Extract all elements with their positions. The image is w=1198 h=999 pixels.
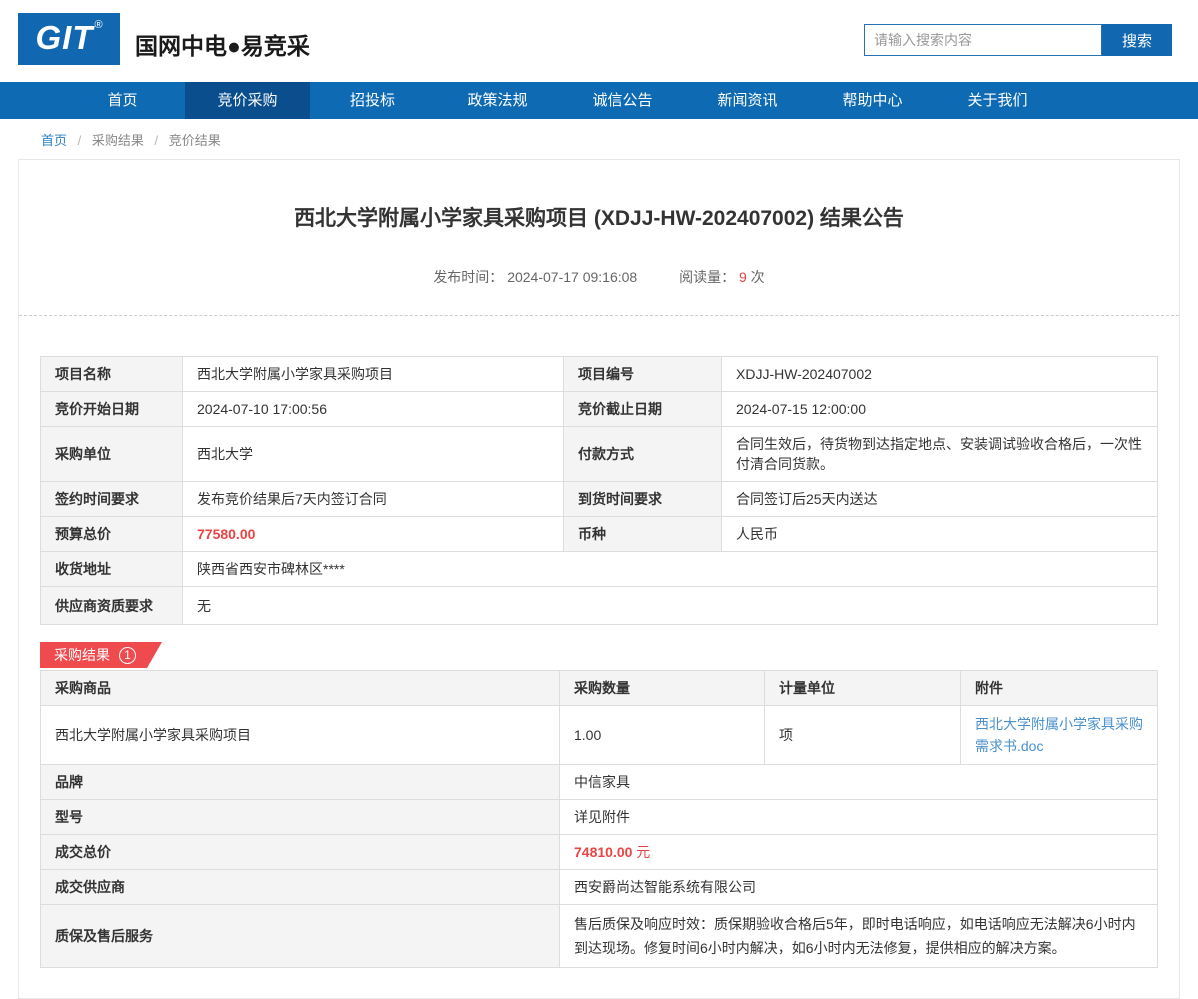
nav-item-help-center[interactable]: 帮助中心 [810,82,935,119]
view-count: 阅读量： 9 次 [679,267,765,287]
attachment-cell: 西北大学附属小学家具采购需求书.doc [961,706,1158,765]
delivery-address-value: 陕西省西安市碑林区**** [183,552,1158,587]
deal-total-value: 74810.00 [574,844,632,860]
dashed-divider [19,315,1179,316]
product-unit: 项 [765,706,961,765]
product-quantity: 1.00 [560,706,765,765]
notice-card: 西北大学附属小学家具采购项目 (XDJJ-HW-202407002) 结果公告 … [18,159,1180,999]
project-name-label: 项目名称 [41,357,183,392]
bid-deadline-value: 2024-07-15 12:00:00 [722,392,1158,427]
publish-time: 发布时间： 2024-07-17 09:16:08 [433,267,637,287]
nav-item-policies[interactable]: 政策法规 [435,82,560,119]
delivery-time-label: 到货时间要求 [564,482,722,517]
product-name: 西北大学附属小学家具采购项目 [41,706,560,765]
table-row: 项目名称 西北大学附属小学家具采购项目 项目编号 XDJJ-HW-2024070… [41,357,1158,392]
brand-label: 品牌 [41,765,560,800]
logo-text: GIT [35,13,93,63]
delivery-time-value: 合同签订后25天内送达 [722,482,1158,517]
table-row: 质保及售后服务 售后质保及响应时效：质保期验收合格后5年，即时电话响应，如电话响… [41,905,1158,968]
table-row: 成交总价 74810.00 元 [41,835,1158,870]
delivery-address-label: 收货地址 [41,552,183,587]
main-nav: 首页 竞价采购 招投标 政策法规 诚信公告 新闻资讯 帮助中心 关于我们 [0,82,1198,119]
publish-time-label: 发布时间： [433,269,503,285]
project-number-value: XDJJ-HW-202407002 [722,357,1158,392]
project-info-table: 项目名称 西北大学附属小学家具采购项目 项目编号 XDJJ-HW-2024070… [40,356,1158,625]
view-count-label: 阅读量： [679,269,735,285]
supplier-qualification-value: 无 [183,587,1158,625]
top-header: GIT ® 国网中电●易竞采 搜索 [0,0,1198,82]
col-header-attachment: 附件 [961,671,1158,706]
purchase-result-tag: 采购结果 1 [40,642,162,668]
nav-item-news[interactable]: 新闻资讯 [685,82,810,119]
project-name-value: 西北大学附属小学家具采购项目 [183,357,564,392]
publish-time-value: 2024-07-17 09:16:08 [507,269,637,285]
attachment-link[interactable]: 西北大学附属小学家具采购需求书.doc [975,716,1143,754]
table-row: 竞价开始日期 2024-07-10 17:00:56 竞价截止日期 2024-0… [41,392,1158,427]
breadcrumb-separator: / [78,133,82,148]
warranty-service-label: 质保及售后服务 [41,905,560,968]
notice-meta: 发布时间： 2024-07-17 09:16:08 阅读量： 9 次 [40,267,1158,287]
table-row: 品牌 中信家具 [41,765,1158,800]
deal-total-unit: 元 [636,844,650,860]
table-row: 签约时间要求 发布竞价结果后7天内签订合同 到货时间要求 合同签订后25天内送达 [41,482,1158,517]
warranty-service-value: 售后质保及响应时效：质保期验收合格后5年，即时电话响应，如电话响应无法解决6小时… [560,905,1158,968]
purchaser-label: 采购单位 [41,427,183,482]
nav-item-bidding-purchase[interactable]: 竞价采购 [185,82,310,119]
search-button[interactable]: 搜索 [1102,24,1172,56]
model-label: 型号 [41,800,560,835]
deal-total-label: 成交总价 [41,835,560,870]
currency-label: 币种 [564,517,722,552]
currency-value: 人民币 [722,517,1158,552]
bid-deadline-label: 竞价截止日期 [564,392,722,427]
nav-item-about-us[interactable]: 关于我们 [935,82,1060,119]
table-row: 型号 详见附件 [41,800,1158,835]
breadcrumb-separator: / [155,133,159,148]
purchaser-value: 西北大学 [183,427,564,482]
nav-item-integrity-notices[interactable]: 诚信公告 [560,82,685,119]
purchase-result-tag-label: 采购结果 [54,645,110,665]
brand-value: 中信家具 [560,765,1158,800]
bid-start-value: 2024-07-10 17:00:56 [183,392,564,427]
breadcrumb: 首页 / 采购结果 / 竞价结果 [41,130,1198,149]
winning-supplier-value: 西安爵尚达智能系统有限公司 [560,870,1158,905]
view-count-value: 9 [739,269,747,285]
table-header-row: 采购商品 采购数量 计量单位 附件 [41,671,1158,706]
search-bar: 搜索 [864,24,1172,56]
site-logo[interactable]: GIT ® [18,13,120,65]
breadcrumb-bidding-results: 竞价结果 [169,133,221,148]
nav-item-tenders[interactable]: 招投标 [310,82,435,119]
purchase-result-table: 采购商品 采购数量 计量单位 附件 西北大学附属小学家具采购项目 1.00 项 … [40,670,1158,968]
project-number-label: 项目编号 [564,357,722,392]
table-row: 采购单位 西北大学 付款方式 合同生效后，待货物到达指定地点、安装调试验收合格后… [41,427,1158,482]
col-header-quantity: 采购数量 [560,671,765,706]
col-header-unit: 计量单位 [765,671,961,706]
table-row: 预算总价 77580.00 币种 人民币 [41,517,1158,552]
model-value: 详见附件 [560,800,1158,835]
signing-time-value: 发布竞价结果后7天内签订合同 [183,482,564,517]
budget-total-value: 77580.00 [183,517,564,552]
signing-time-label: 签约时间要求 [41,482,183,517]
col-header-product: 采购商品 [41,671,560,706]
payment-method-label: 付款方式 [564,427,722,482]
table-row: 供应商资质要求 无 [41,587,1158,625]
deal-total-cell: 74810.00 元 [560,835,1158,870]
site-title: 国网中电●易竞采 [135,27,310,61]
breadcrumb-purchase-results[interactable]: 采购结果 [92,133,144,148]
view-count-unit: 次 [751,269,765,285]
payment-method-value: 合同生效后，待货物到达指定地点、安装调试验收合格后，一次性付清合同货款。 [722,427,1158,482]
table-row: 收货地址 陕西省西安市碑林区**** [41,552,1158,587]
registered-trademark-icon: ® [94,19,102,31]
budget-total-label: 预算总价 [41,517,183,552]
breadcrumb-home[interactable]: 首页 [41,133,67,148]
bid-start-label: 竞价开始日期 [41,392,183,427]
table-row: 西北大学附属小学家具采购项目 1.00 项 西北大学附属小学家具采购需求书.do… [41,706,1158,765]
nav-item-home[interactable]: 首页 [60,82,185,119]
table-row: 成交供应商 西安爵尚达智能系统有限公司 [41,870,1158,905]
result-count-badge: 1 [119,647,136,664]
winning-supplier-label: 成交供应商 [41,870,560,905]
search-input[interactable] [864,24,1102,56]
page-title: 西北大学附属小学家具采购项目 (XDJJ-HW-202407002) 结果公告 [40,202,1158,232]
supplier-qualification-label: 供应商资质要求 [41,587,183,625]
